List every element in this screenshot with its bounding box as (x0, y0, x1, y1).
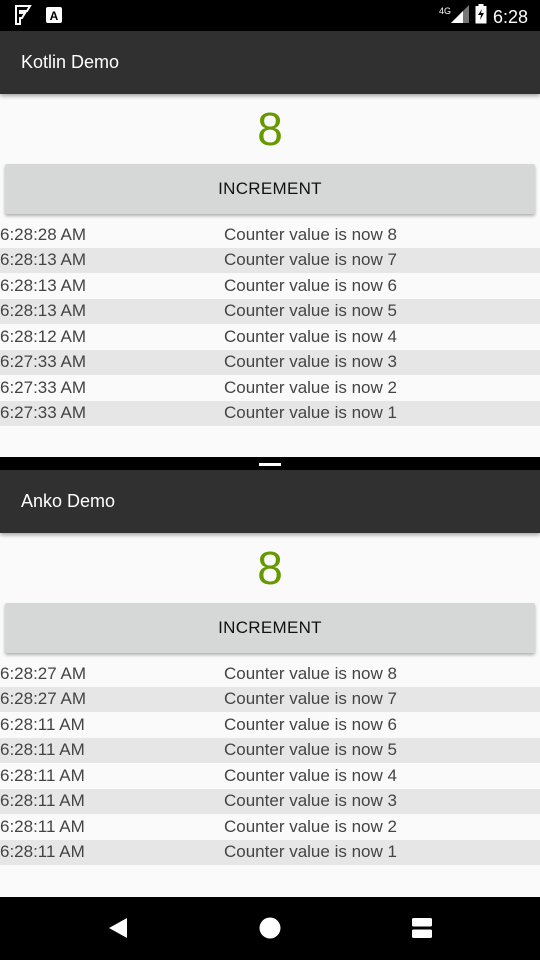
network-type-label: 4G (438, 5, 451, 16)
log-row: 6:27:33 AM Counter value is now 1 (0, 400, 540, 426)
status-time: 6:28 (492, 6, 528, 27)
log-timestamp: 6:27:33 AM (0, 352, 87, 372)
log-row: 6:27:33 AM Counter value is now 2 (0, 375, 540, 401)
log-message: Counter value is now 2 (224, 377, 397, 397)
log-message: Counter value is now 6 (224, 714, 397, 734)
log-timestamp: 6:28:12 AM (0, 326, 87, 346)
increment-button[interactable]: INCREMENT (5, 164, 535, 214)
back-icon[interactable] (103, 913, 133, 943)
log-message: Counter value is now 8 (224, 663, 397, 683)
log-row: 6:27:33 AM Counter value is now 3 (0, 349, 540, 375)
kotlin-demo-pane: Kotlin Demo 8 INCREMENT 6:28:28 AM Counte… (0, 31, 540, 457)
log-timestamp: 6:28:11 AM (0, 816, 85, 836)
log-message: Counter value is now 4 (224, 765, 397, 785)
log-row: 6:28:13 AM Counter value is now 6 (0, 273, 540, 299)
anko-demo-pane: Anko Demo 8 INCREMENT 6:28:27 AM Counter … (0, 470, 540, 897)
app-bar-title: Anko Demo (0, 470, 540, 533)
counter-log-list[interactable]: 6:28:28 AM Counter value is now 8 6:28:13 … (0, 222, 540, 426)
log-timestamp: 6:28:13 AM (0, 301, 87, 321)
notification-icon (14, 5, 32, 30)
log-message: Counter value is now 8 (224, 224, 397, 244)
log-row: 6:28:11 AM Counter value is now 1 (0, 839, 540, 865)
counter-log-list[interactable]: 6:28:27 AM Counter value is now 8 6:28:27 … (0, 661, 540, 865)
battery-icon (475, 4, 487, 29)
log-row: 6:28:11 AM Counter value is now 2 (0, 814, 540, 840)
log-timestamp: 6:28:11 AM (0, 714, 85, 734)
log-timestamp: 6:28:11 AM (0, 791, 85, 811)
svg-text:A: A (50, 9, 59, 23)
log-message: Counter value is now 2 (224, 816, 397, 836)
log-timestamp: 6:27:33 AM (0, 377, 87, 397)
recents-icon[interactable] (407, 913, 437, 943)
log-timestamp: 6:28:27 AM (0, 663, 87, 683)
signal-icon (450, 5, 469, 28)
app-bar-title: Kotlin Demo (0, 31, 540, 94)
log-message: Counter value is now 6 (224, 275, 397, 295)
log-timestamp: 6:28:11 AM (0, 842, 85, 862)
log-message: Counter value is now 3 (224, 791, 397, 811)
log-row: 6:28:13 AM Counter value is now 7 (0, 247, 540, 273)
log-message: Counter value is now 4 (224, 326, 397, 346)
log-row: 6:28:11 AM Counter value is now 3 (0, 788, 540, 814)
log-timestamp: 6:28:11 AM (0, 740, 85, 760)
log-message: Counter value is now 7 (224, 250, 397, 270)
log-message: Counter value is now 1 (224, 403, 397, 423)
split-screen-divider[interactable] (0, 457, 540, 470)
log-timestamp: 6:28:28 AM (0, 224, 87, 244)
navigation-bar (0, 897, 540, 960)
log-message: Counter value is now 5 (224, 301, 397, 321)
log-row: 6:28:28 AM Counter value is now 8 (0, 222, 540, 248)
log-timestamp: 6:27:33 AM (0, 403, 87, 423)
log-row: 6:28:11 AM Counter value is now 4 (0, 763, 540, 789)
log-message: Counter value is now 5 (224, 740, 397, 760)
log-row: 6:28:12 AM Counter value is now 4 (0, 324, 540, 350)
log-timestamp: 6:28:13 AM (0, 250, 87, 270)
log-row: 6:28:27 AM Counter value is now 8 (0, 661, 540, 687)
log-row: 6:28:11 AM Counter value is now 6 (0, 712, 540, 738)
counter-value: 8 (257, 542, 283, 594)
log-row: 6:28:11 AM Counter value is now 5 (0, 737, 540, 763)
counter-value: 8 (257, 103, 283, 155)
divider-handle[interactable] (259, 463, 281, 466)
log-row: 6:28:27 AM Counter value is now 7 (0, 686, 540, 712)
text-icon: A (46, 7, 62, 28)
increment-button[interactable]: INCREMENT (5, 603, 535, 653)
log-message: Counter value is now 7 (224, 689, 397, 709)
log-message: Counter value is now 1 (224, 842, 397, 862)
log-timestamp: 6:28:11 AM (0, 765, 85, 785)
home-icon[interactable] (255, 913, 285, 943)
status-bar: A 4G 6:28 (0, 0, 540, 31)
log-row: 6:28:13 AM Counter value is now 5 (0, 298, 540, 324)
log-timestamp: 6:28:13 AM (0, 275, 87, 295)
log-timestamp: 6:28:27 AM (0, 689, 87, 709)
log-message: Counter value is now 3 (224, 352, 397, 372)
